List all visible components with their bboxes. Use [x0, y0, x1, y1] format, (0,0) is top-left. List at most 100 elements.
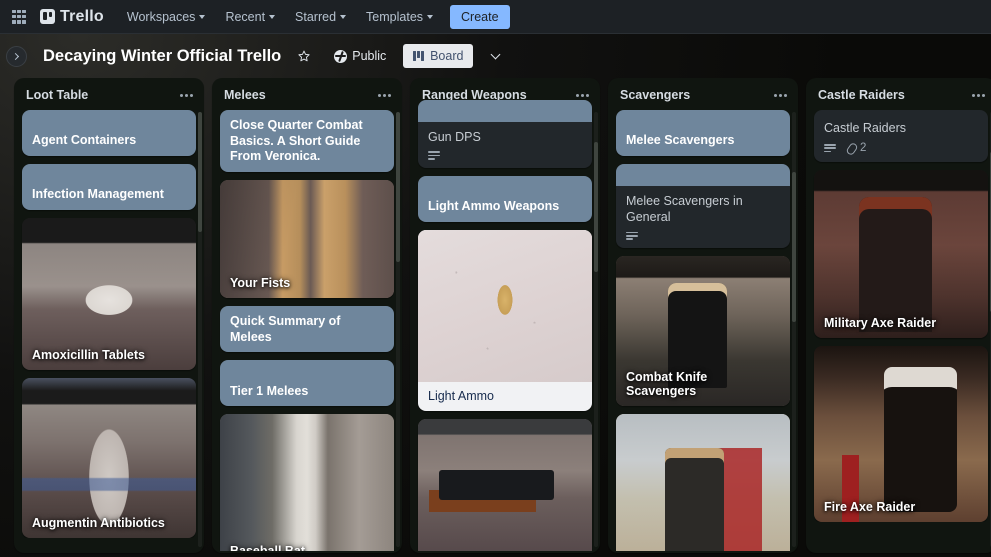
card-cover-strip	[616, 164, 790, 186]
chevron-down-icon	[490, 49, 500, 59]
nav-workspaces[interactable]: Workspaces	[120, 5, 213, 29]
list-ranged-weapons: Ranged Weapons Gun DPS	[410, 78, 600, 553]
card-gun-dps[interactable]: Gun DPS	[418, 100, 592, 168]
list-cards: Castle Raiders 2	[806, 110, 991, 522]
card-title: Military Axe Raider	[814, 309, 988, 338]
list-cards: Gun DPS Light Ammo Weapons Light Ammo	[410, 100, 600, 551]
description-badge	[824, 144, 836, 152]
card-title: Quick Summary of Melees	[230, 314, 384, 345]
board-lists-container: Loot Table Agent Containers Infection Ma…	[0, 78, 991, 557]
card-22-broomhandle[interactable]: .22 Broomhandle	[418, 419, 592, 551]
list-scrollbar[interactable]	[594, 112, 598, 547]
list-header: Melees	[212, 78, 402, 110]
card-title: Light Ammo	[418, 382, 592, 411]
card-military-axe-raider[interactable]: Military Axe Raider	[814, 170, 988, 338]
list-melees: Melees Close Quarter Combat Basics. A Sh…	[212, 78, 402, 553]
nav-workspaces-label: Workspaces	[127, 10, 196, 24]
board-view-dropdown-button[interactable]	[483, 44, 507, 68]
chevron-down-icon	[427, 15, 433, 19]
paperclip-icon	[846, 143, 857, 154]
list-title[interactable]: Melees	[224, 88, 266, 102]
list-cards: Agent Containers Infection Management Am…	[14, 110, 204, 538]
list-title[interactable]: Castle Raiders	[818, 88, 905, 102]
list-actions-icon[interactable]	[771, 90, 790, 101]
card-badges: 2	[824, 142, 978, 154]
card-cqc-basics[interactable]: Close Quarter Combat Basics. A Short Gui…	[220, 110, 394, 172]
list-scrollbar[interactable]	[198, 112, 202, 547]
card-title: Light Ammo Weapons	[428, 199, 559, 215]
description-icon	[824, 144, 836, 152]
card-title: Infection Management	[32, 187, 164, 203]
card-augmentin-antibiotics[interactable]: Augmentin Antibiotics	[22, 378, 196, 538]
board-visibility-button[interactable]: Public	[327, 45, 393, 67]
attachment-count: 2	[860, 142, 866, 154]
list-header: Loot Table	[14, 78, 204, 110]
card-title: Castle Raiders	[824, 120, 978, 136]
list-loot-table: Loot Table Agent Containers Infection Ma…	[14, 78, 204, 553]
star-board-button[interactable]	[291, 43, 317, 69]
top-navigation-bar: Trello Workspaces Recent Starred Templat…	[0, 0, 991, 34]
card-melee-scavengers-in-general[interactable]: Melee Scavengers in General	[616, 164, 790, 248]
card-baseball-bat[interactable]: Baseball Bat	[220, 414, 394, 551]
apps-grid-icon[interactable]	[10, 8, 28, 26]
card-agent-containers[interactable]: Agent Containers	[22, 110, 196, 156]
card-title: Your Fists	[220, 269, 394, 298]
create-button[interactable]: Create	[450, 5, 510, 29]
card-tier-1-melees[interactable]: Tier 1 Melees	[220, 360, 394, 406]
card-title: Melee Scavengers in General	[626, 193, 780, 226]
card-title: Gun DPS	[428, 129, 582, 145]
star-outline-icon	[297, 49, 311, 63]
card-cover-strip	[418, 100, 592, 122]
trello-home-link[interactable]: Trello	[40, 8, 104, 26]
list-scrollbar[interactable]	[792, 112, 796, 547]
chevron-down-icon	[340, 15, 346, 19]
brand-label: Trello	[60, 8, 104, 26]
board-view-icon	[413, 51, 424, 61]
globe-icon	[334, 50, 347, 63]
board-view-button[interactable]: Board	[403, 44, 473, 68]
card-title: Agent Containers	[32, 133, 136, 149]
card-melee-scavengers[interactable]: Melee Scavengers	[616, 110, 790, 156]
card-castle-raiders[interactable]: Castle Raiders 2	[814, 110, 988, 162]
trello-logo-icon	[40, 9, 55, 24]
description-icon	[626, 232, 638, 240]
card-your-fists[interactable]: Your Fists	[220, 180, 394, 298]
card-infection-management[interactable]: Infection Management	[22, 164, 196, 210]
nav-starred-label: Starred	[295, 10, 336, 24]
nav-templates[interactable]: Templates	[359, 5, 440, 29]
card-cover-image	[418, 230, 592, 382]
card-title: Close Quarter Combat Basics. A Short Gui…	[230, 118, 384, 165]
nav-starred[interactable]: Starred	[288, 5, 353, 29]
board-visibility-label: Public	[352, 49, 386, 63]
list-actions-icon[interactable]	[375, 90, 394, 101]
list-title[interactable]: Scavengers	[620, 88, 690, 102]
card-quick-summary-of-melees[interactable]: Quick Summary of Melees	[220, 306, 394, 352]
card-next-scavenger[interactable]	[616, 414, 790, 551]
card-light-ammo-weapons[interactable]: Light Ammo Weapons	[418, 176, 592, 222]
card-badges	[428, 151, 582, 159]
card-light-ammo[interactable]: Light Ammo	[418, 230, 592, 411]
card-amoxicillin-tablets[interactable]: Amoxicillin Tablets	[22, 218, 196, 370]
card-fire-axe-raider[interactable]: Fire Axe Raider	[814, 346, 988, 522]
list-actions-icon[interactable]	[177, 90, 196, 101]
chevron-right-icon	[12, 52, 19, 59]
sidebar-expand-button[interactable]	[6, 46, 27, 67]
card-cover-image	[616, 414, 790, 551]
list-scavengers: Scavengers Melee Scavengers Melee Scaven…	[608, 78, 798, 553]
card-title: Tier 1 Melees	[230, 384, 308, 400]
nav-recent[interactable]: Recent	[218, 5, 282, 29]
list-cards: Melee Scavengers Melee Scavengers in Gen…	[608, 110, 798, 551]
card-cover-image	[220, 414, 394, 551]
list-actions-icon[interactable]	[573, 90, 592, 101]
description-badge	[428, 151, 440, 159]
card-combat-knife-scavengers[interactable]: Combat Knife Scavengers	[616, 256, 790, 406]
board-title[interactable]: Decaying Winter Official Trello	[43, 47, 281, 66]
description-badge	[626, 232, 638, 240]
list-scrollbar[interactable]	[396, 112, 400, 547]
list-cards: Close Quarter Combat Basics. A Short Gui…	[212, 110, 402, 551]
board-canvas: Decaying Winter Official Trello Public B…	[0, 34, 991, 557]
card-badges	[626, 232, 780, 240]
card-title: Amoxicillin Tablets	[22, 341, 196, 370]
list-actions-icon[interactable]	[969, 90, 988, 101]
list-title[interactable]: Loot Table	[26, 88, 88, 102]
